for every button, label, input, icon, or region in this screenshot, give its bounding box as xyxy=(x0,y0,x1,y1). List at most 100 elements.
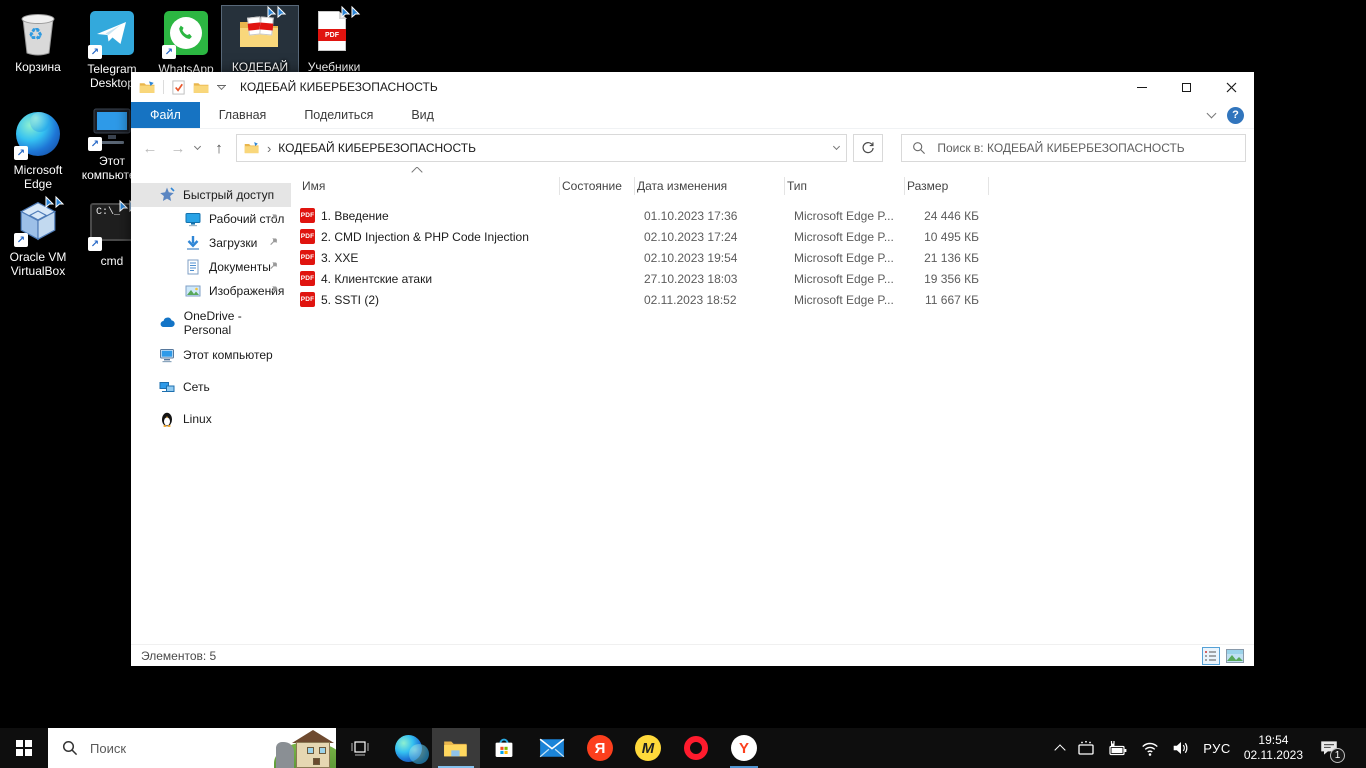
sidebar-item-documents[interactable]: Документы xyxy=(131,255,291,279)
microsoft-store-icon xyxy=(492,736,516,760)
battery-icon[interactable] xyxy=(1108,740,1128,756)
file-size: 21 136 КБ xyxy=(905,251,989,265)
folder-icon[interactable] xyxy=(193,80,210,95)
file-row[interactable]: PDF2. CMD Injection & PHP Code Injection… xyxy=(300,226,1254,247)
pdf-document-icon: PDF xyxy=(310,9,358,57)
properties-icon[interactable] xyxy=(171,80,186,95)
column-header-status[interactable]: Состояние xyxy=(560,177,635,195)
pdf-file-icon: PDF xyxy=(300,292,315,307)
new-folder-icon[interactable] xyxy=(139,80,156,95)
sidebar-item-network[interactable]: Сеть xyxy=(131,375,291,399)
sidebar-item-this-pc[interactable]: Этот компьютер xyxy=(131,343,291,367)
task-view-button[interactable] xyxy=(336,728,384,768)
opera-icon xyxy=(684,736,708,760)
tray-expand-button[interactable] xyxy=(1056,742,1064,754)
clock[interactable]: 19:54 02.11.2023 xyxy=(1244,733,1303,763)
taskbar-search[interactable] xyxy=(48,728,336,768)
status-bar: Элементов: 5 xyxy=(131,644,1254,666)
file-row[interactable]: PDF4. Клиентские атаки 27.10.2023 18:03 … xyxy=(300,268,1254,289)
desktop-icon-recycle-bin[interactable]: ♻ Корзина xyxy=(0,6,76,77)
minimize-button[interactable] xyxy=(1119,72,1164,102)
taskbar-search-input[interactable] xyxy=(88,740,228,757)
language-indicator[interactable]: РУС xyxy=(1203,741,1231,756)
tray-date: 02.11.2023 xyxy=(1244,748,1303,763)
pdf-folder-icon xyxy=(236,9,284,57)
file-row[interactable]: PDF1. Введение 01.10.2023 17:36 Microsof… xyxy=(300,205,1254,226)
volume-icon[interactable] xyxy=(1172,740,1190,756)
column-header-type[interactable]: Тип xyxy=(785,177,905,195)
search-highlight-image[interactable] xyxy=(274,728,336,768)
taskbar-icon-store[interactable] xyxy=(480,728,528,768)
sync-cursors-icon xyxy=(266,5,288,27)
sidebar-item-pictures[interactable]: Изображения xyxy=(131,279,291,303)
shortcut-arrow-icon: ↗ xyxy=(88,237,102,251)
help-icon[interactable]: ? xyxy=(1227,107,1244,124)
taskbar-icon-yandex-browser[interactable]: Y xyxy=(720,728,768,768)
notification-center-button[interactable]: 1 xyxy=(1316,735,1342,761)
document-icon xyxy=(185,259,201,275)
tab-file[interactable]: Файл xyxy=(131,102,200,128)
up-button[interactable]: ↑ xyxy=(208,140,230,157)
taskbar-icon-mail[interactable] xyxy=(528,728,576,768)
breadcrumb[interactable]: КОДЕБАЙ КИБЕРБЕЗОПАСНОСТЬ xyxy=(278,141,476,155)
file-modified: 02.10.2023 17:24 xyxy=(635,230,785,244)
file-row[interactable]: PDF3. XXE 02.10.2023 19:54 Microsoft Edg… xyxy=(300,247,1254,268)
search-box[interactable] xyxy=(901,134,1246,162)
file-type: Microsoft Edge P... xyxy=(785,251,905,265)
taskbar-icon-explorer[interactable] xyxy=(432,728,480,768)
sidebar-item-downloads[interactable]: Загрузки xyxy=(131,231,291,255)
tab-home[interactable]: Главная xyxy=(200,102,286,128)
tab-view[interactable]: Вид xyxy=(392,102,453,128)
desktop: ♻ Корзина ↗ Telegram Desktop ↗ WhatsApp … xyxy=(0,0,1366,768)
sidebar-item-onedrive[interactable]: OneDrive - Personal xyxy=(131,311,291,335)
pdf-file-icon: PDF xyxy=(300,250,315,265)
file-row[interactable]: PDF5. SSTI (2) 02.11.2023 18:52 Microsof… xyxy=(300,289,1254,310)
refresh-button[interactable] xyxy=(853,134,883,162)
taskbar-icon-yandex[interactable]: Я xyxy=(576,728,624,768)
address-bar[interactable]: › КОДЕБАЙ КИБЕРБЕЗОПАСНОСТЬ xyxy=(236,134,847,162)
pdf-label: PDF xyxy=(318,29,346,41)
taskbar-icon-m-app[interactable]: M xyxy=(624,728,672,768)
file-name: 4. Клиентские атаки xyxy=(321,272,432,286)
connect-display-icon[interactable] xyxy=(1077,740,1095,757)
desktop-icon-edge[interactable]: ↗ Microsoft Edge xyxy=(0,100,76,194)
file-name: 3. XXE xyxy=(321,251,358,265)
forward-button[interactable]: → xyxy=(167,140,189,157)
window-title: КОДЕБАЙ КИБЕРБЕЗОПАСНОСТЬ xyxy=(240,80,438,94)
details-view-button[interactable] xyxy=(1202,647,1220,665)
explorer-window: КОДЕБАЙ КИБЕРБЕЗОПАСНОСТЬ Файл Главная П… xyxy=(131,72,1254,666)
file-type: Microsoft Edge P... xyxy=(785,272,905,286)
column-header-size[interactable]: Размер xyxy=(905,177,989,195)
file-name: 1. Введение xyxy=(321,209,389,223)
start-button[interactable] xyxy=(0,728,48,768)
tab-share[interactable]: Поделиться xyxy=(285,102,392,128)
file-size: 11 667 КБ xyxy=(905,293,989,307)
desktop-icon-whatsapp[interactable]: ↗ WhatsApp xyxy=(148,6,224,79)
sync-cursors-icon xyxy=(44,195,66,217)
taskbar-icon-edge[interactable] xyxy=(384,728,432,768)
recent-locations-icon[interactable] xyxy=(194,143,201,150)
thumbnail-view-button[interactable] xyxy=(1226,649,1244,663)
close-button[interactable] xyxy=(1209,72,1254,102)
back-button[interactable]: ← xyxy=(139,140,161,157)
column-header-modified[interactable]: Дата изменения xyxy=(635,177,785,195)
quick-access-toolbar xyxy=(139,80,226,95)
expand-ribbon-icon[interactable] xyxy=(1207,109,1217,119)
sidebar-item-quick-access[interactable]: Быстрый доступ xyxy=(131,183,291,207)
system-tray: РУС 19:54 02.11.2023 1 xyxy=(1056,728,1366,768)
taskbar-icon-opera[interactable] xyxy=(672,728,720,768)
maximize-button[interactable] xyxy=(1164,72,1209,102)
address-bar-row: ← → ↑ › КОДЕБАЙ КИБЕРБЕЗОПАСНОСТЬ xyxy=(131,129,1254,167)
folder-icon xyxy=(244,141,260,155)
desktop-icon-kodebay[interactable]: КОДЕБАЙ xyxy=(222,6,298,77)
customize-qat-icon[interactable] xyxy=(217,85,226,90)
search-input[interactable] xyxy=(935,140,1235,156)
sidebar-item-linux[interactable]: Linux xyxy=(131,407,291,431)
pin-icon xyxy=(269,213,281,225)
column-header-name[interactable]: Имя xyxy=(300,177,560,195)
sidebar-item-desktop[interactable]: Рабочий стол xyxy=(131,207,291,231)
address-dropdown-icon[interactable] xyxy=(833,143,840,150)
desktop-icon-uchebniki[interactable]: PDF Учебники xyxy=(296,6,372,77)
desktop-icon-virtualbox[interactable]: ↗ Oracle VM VirtualBox xyxy=(0,196,76,281)
wifi-icon[interactable] xyxy=(1141,741,1159,756)
